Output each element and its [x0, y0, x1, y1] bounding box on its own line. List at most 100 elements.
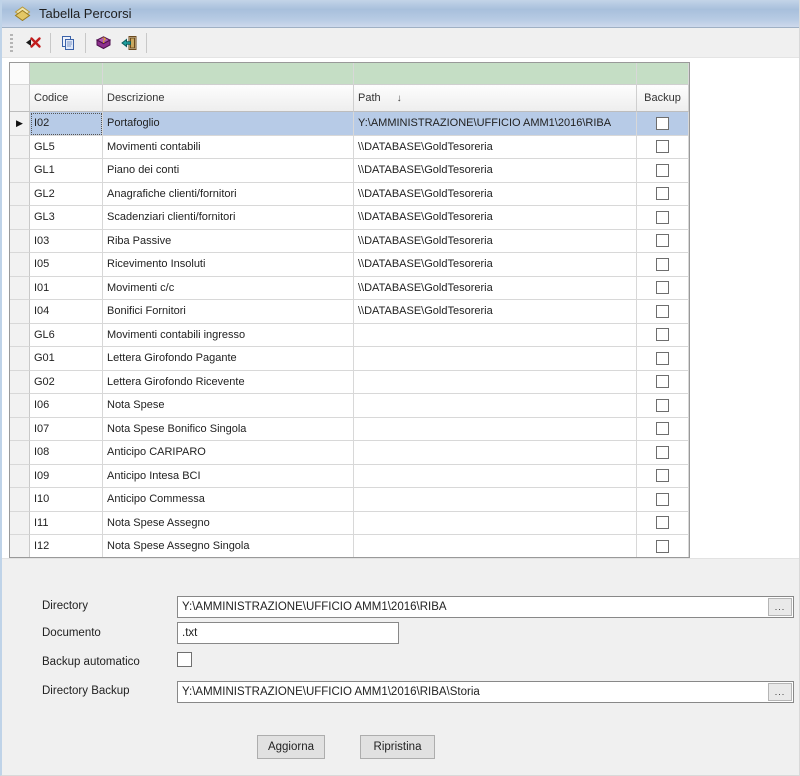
cell-path[interactable]	[354, 512, 637, 536]
backup-checkbox[interactable]	[656, 164, 669, 177]
cell-backup[interactable]	[637, 230, 689, 254]
cell-backup[interactable]	[637, 441, 689, 465]
backup-checkbox[interactable]	[656, 422, 669, 435]
backup-checkbox[interactable]	[656, 516, 669, 529]
cell-codice[interactable]: GL5	[30, 136, 103, 160]
cell-descrizione[interactable]: Anticipo Intesa BCI	[103, 465, 354, 489]
cell-backup[interactable]	[637, 418, 689, 442]
backup-checkbox[interactable]	[656, 117, 669, 130]
table-row[interactable]: I03Riba Passive\\DATABASE\GoldTesoreria	[10, 230, 689, 254]
cell-descrizione[interactable]: Movimenti contabili ingresso	[103, 324, 354, 348]
cell-descrizione[interactable]: Nota Spese	[103, 394, 354, 418]
cell-path[interactable]	[354, 535, 637, 558]
cell-backup[interactable]	[637, 277, 689, 301]
cell-codice[interactable]: I12	[30, 535, 103, 558]
cell-codice[interactable]: GL3	[30, 206, 103, 230]
cell-path[interactable]: \\DATABASE\GoldTesoreria	[354, 183, 637, 207]
cell-codice[interactable]: I01	[30, 277, 103, 301]
table-row[interactable]: I01Movimenti c/c\\DATABASE\GoldTesoreria	[10, 277, 689, 301]
backup-checkbox[interactable]	[656, 187, 669, 200]
column-header-codice[interactable]: Codice	[30, 85, 103, 112]
row-selector[interactable]	[10, 253, 30, 277]
cell-codice[interactable]: G02	[30, 371, 103, 395]
table-row[interactable]: G01Lettera Girofondo Pagante	[10, 347, 689, 371]
cell-codice[interactable]: GL1	[30, 159, 103, 183]
directory-backup-browse-button[interactable]: ...	[768, 683, 792, 701]
cell-path[interactable]	[354, 488, 637, 512]
table-row[interactable]: I06Nota Spese	[10, 394, 689, 418]
cell-codice[interactable]: I02	[30, 112, 103, 136]
backup-checkbox[interactable]	[656, 328, 669, 341]
filter-cell-path[interactable]	[354, 63, 637, 85]
cell-backup[interactable]	[637, 394, 689, 418]
backup-automatico-checkbox[interactable]	[177, 652, 192, 667]
row-selector-current[interactable]: ▶	[10, 112, 30, 136]
row-selector[interactable]	[10, 63, 30, 85]
cell-backup[interactable]	[637, 488, 689, 512]
cell-codice[interactable]: I10	[30, 488, 103, 512]
cell-codice[interactable]: I11	[30, 512, 103, 536]
cell-backup[interactable]	[637, 371, 689, 395]
row-selector[interactable]	[10, 418, 30, 442]
cell-descrizione[interactable]: Anticipo Commessa	[103, 488, 354, 512]
backup-checkbox[interactable]	[656, 281, 669, 294]
backup-checkbox[interactable]	[656, 305, 669, 318]
cell-codice[interactable]: G01	[30, 347, 103, 371]
cell-codice[interactable]: I09	[30, 465, 103, 489]
cell-backup[interactable]	[637, 347, 689, 371]
documento-input[interactable]	[178, 623, 398, 643]
cell-codice[interactable]: I06	[30, 394, 103, 418]
table-row[interactable]: I11Nota Spese Assegno	[10, 512, 689, 536]
cell-codice[interactable]: I04	[30, 300, 103, 324]
table-row[interactable]: GL6Movimenti contabili ingresso	[10, 324, 689, 348]
cell-path[interactable]	[354, 418, 637, 442]
copy-button[interactable]	[55, 31, 81, 55]
row-selector[interactable]	[10, 347, 30, 371]
table-row[interactable]: I07Nota Spese Bonifico Singola	[10, 418, 689, 442]
table-row[interactable]: ▶I02PortafoglioY:\AMMINISTRAZIONE\UFFICI…	[10, 112, 689, 136]
row-selector[interactable]	[10, 85, 30, 112]
cell-backup[interactable]	[637, 206, 689, 230]
cell-path[interactable]: \\DATABASE\GoldTesoreria	[354, 206, 637, 230]
cell-backup[interactable]	[637, 324, 689, 348]
cell-codice[interactable]: GL2	[30, 183, 103, 207]
column-header-descrizione[interactable]: Descrizione	[103, 85, 354, 112]
table-row[interactable]: I05Ricevimento Insoluti\\DATABASE\GoldTe…	[10, 253, 689, 277]
cell-descrizione[interactable]: Lettera Girofondo Ricevente	[103, 371, 354, 395]
cell-descrizione[interactable]: Nota Spese Assegno	[103, 512, 354, 536]
cell-descrizione[interactable]: Movimenti contabili	[103, 136, 354, 160]
filter-cell-descrizione[interactable]	[103, 63, 354, 85]
backup-checkbox[interactable]	[656, 493, 669, 506]
cell-codice[interactable]: I08	[30, 441, 103, 465]
row-selector[interactable]	[10, 324, 30, 348]
toolbar-grip[interactable]	[10, 34, 13, 52]
cell-descrizione[interactable]: Lettera Girofondo Pagante	[103, 347, 354, 371]
cell-descrizione[interactable]: Ricevimento Insoluti	[103, 253, 354, 277]
cell-path[interactable]: \\DATABASE\GoldTesoreria	[354, 230, 637, 254]
cell-backup[interactable]	[637, 112, 689, 136]
cell-codice[interactable]: GL6	[30, 324, 103, 348]
row-selector[interactable]	[10, 394, 30, 418]
cell-descrizione[interactable]: Anticipo CARIPARO	[103, 441, 354, 465]
row-selector[interactable]	[10, 371, 30, 395]
row-selector[interactable]	[10, 230, 30, 254]
cell-path[interactable]: \\DATABASE\GoldTesoreria	[354, 159, 637, 183]
table-row[interactable]: GL2Anagrafiche clienti/fornitori\\DATABA…	[10, 183, 689, 207]
backup-checkbox[interactable]	[656, 234, 669, 247]
cell-backup[interactable]	[637, 465, 689, 489]
directory-browse-button[interactable]: ...	[768, 598, 792, 616]
cell-codice[interactable]: I05	[30, 253, 103, 277]
backup-checkbox[interactable]	[656, 446, 669, 459]
cell-descrizione[interactable]: Nota Spese Bonifico Singola	[103, 418, 354, 442]
cell-backup[interactable]	[637, 535, 689, 558]
row-selector[interactable]	[10, 277, 30, 301]
directory-input[interactable]	[178, 597, 768, 617]
cell-backup[interactable]	[637, 512, 689, 536]
aggiorna-button[interactable]: Aggiorna	[257, 735, 325, 759]
cell-codice[interactable]: I03	[30, 230, 103, 254]
cell-path[interactable]	[354, 324, 637, 348]
backup-checkbox[interactable]	[656, 140, 669, 153]
row-selector[interactable]	[10, 535, 30, 558]
cell-descrizione[interactable]: Movimenti c/c	[103, 277, 354, 301]
cell-descrizione[interactable]: Scadenziari clienti/fornitori	[103, 206, 354, 230]
